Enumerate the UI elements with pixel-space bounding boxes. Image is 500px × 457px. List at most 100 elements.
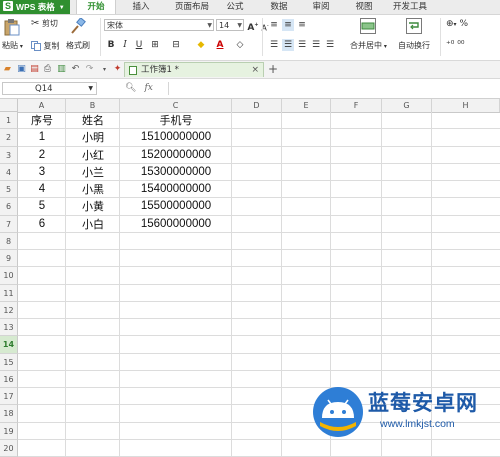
tab-review[interactable]: 审阅 <box>304 0 338 14</box>
table-cell[interactable]: 1 <box>18 129 66 146</box>
column-header-f[interactable]: F <box>331 99 382 112</box>
tab-view[interactable]: 视图 <box>347 0 381 14</box>
table-cell[interactable]: 15100000000 <box>120 129 232 146</box>
formula-input[interactable] <box>168 82 499 95</box>
app-logo-menu[interactable]: S WPS 表格 ▼ <box>0 0 70 14</box>
chevron-down-icon[interactable]: ▾ <box>99 64 110 75</box>
row-header-17[interactable]: 17 <box>0 388 18 406</box>
row-header-1[interactable]: 1 <box>0 112 18 130</box>
align-left-button[interactable]: ☰ <box>268 39 280 51</box>
row-header-15[interactable]: 15 <box>0 353 18 371</box>
column-header-h[interactable]: H <box>432 99 500 112</box>
row-header-16[interactable]: 16 <box>0 370 18 388</box>
align-center-button[interactable]: ☰ <box>282 39 294 51</box>
align-right-button[interactable]: ☰ <box>296 39 308 51</box>
tab-data[interactable]: 数据 <box>262 0 296 14</box>
row-header-7[interactable]: 7 <box>0 215 18 233</box>
table-cell[interactable]: 15600000000 <box>120 216 232 233</box>
align-middle-button[interactable]: ≡ <box>282 19 294 31</box>
table-cell[interactable]: 15200000000 <box>120 147 232 164</box>
merge-center-button[interactable]: 合并居中 ▾ <box>350 41 387 52</box>
row-header-20[interactable]: 20 <box>0 439 18 457</box>
format-painter-button[interactable] <box>70 18 86 34</box>
format-painter-label[interactable]: 格式刷 <box>66 41 90 51</box>
bold-button[interactable]: B <box>105 39 117 51</box>
number-format-button[interactable]: ⊕▾ % <box>446 19 468 30</box>
table-cell[interactable]: 小明 <box>66 129 120 146</box>
close-tab-button[interactable]: × <box>251 63 259 77</box>
table-cell[interactable]: 4 <box>18 181 66 198</box>
merge-center-icon-button[interactable] <box>360 18 376 34</box>
tab-formulas[interactable]: 公式 <box>218 0 252 14</box>
row-header-10[interactable]: 10 <box>0 267 18 285</box>
row-header-18[interactable]: 18 <box>0 405 18 423</box>
paste-button[interactable] <box>4 18 24 36</box>
row-header-12[interactable]: 12 <box>0 301 18 319</box>
decimal-button[interactable]: ⁺⁰ ⁰⁰ <box>446 40 464 50</box>
header-cell-b[interactable]: 姓名 <box>66 112 120 129</box>
row-header-9[interactable]: 9 <box>0 250 18 268</box>
table-cell[interactable]: 小兰 <box>66 164 120 181</box>
table-cell[interactable]: 15500000000 <box>120 198 232 215</box>
table-cell[interactable]: 15300000000 <box>120 164 232 181</box>
tab-page-layout[interactable]: 页面布局 <box>166 0 218 14</box>
row-header-8[interactable]: 8 <box>0 232 18 250</box>
header-cell-c[interactable]: 手机号 <box>120 112 232 129</box>
row-header-4[interactable]: 4 <box>0 163 18 181</box>
justify-button[interactable]: ☰ <box>310 39 322 51</box>
row-header-6[interactable]: 6 <box>0 198 18 216</box>
print-icon[interactable]: ⎙ <box>42 64 53 75</box>
cut-button[interactable]: ✂ 剪切 <box>31 19 58 29</box>
save-icon[interactable]: ▣ <box>16 64 27 75</box>
table-cell[interactable]: 小白 <box>66 216 120 233</box>
column-header-b[interactable]: B <box>66 99 120 112</box>
paste-label[interactable]: 粘贴 ▾ <box>2 41 23 52</box>
pin-icon[interactable]: ✦ <box>112 64 123 75</box>
document-tab[interactable]: 工作簿1 * × <box>124 62 264 77</box>
open-folder-icon[interactable]: ▰ <box>2 64 13 75</box>
table-cell[interactable]: 15400000000 <box>120 181 232 198</box>
font-size-select[interactable]: 14 ▼ <box>216 19 244 31</box>
select-all-corner[interactable] <box>0 99 18 112</box>
grow-font-button[interactable]: A+ <box>247 19 259 33</box>
redo-icon[interactable]: ↷ <box>84 64 95 75</box>
export-pdf-icon[interactable]: ▤ <box>29 64 40 75</box>
border-button[interactable]: ⊞ <box>149 39 161 51</box>
name-box[interactable]: Q14 ▼ <box>2 82 97 95</box>
distributed-button[interactable]: ☰ <box>324 39 336 51</box>
tab-insert[interactable]: 插入 <box>124 0 158 14</box>
column-header-a[interactable]: A <box>18 99 66 112</box>
column-header-d[interactable]: D <box>232 99 282 112</box>
font-color-button[interactable]: A <box>214 39 226 51</box>
header-cell-a[interactable]: 序号 <box>18 112 66 129</box>
table-cell[interactable]: 5 <box>18 198 66 215</box>
row-header-11[interactable]: 11 <box>0 284 18 302</box>
row-header-2[interactable]: 2 <box>0 129 18 147</box>
table-cell[interactable]: 小黑 <box>66 181 120 198</box>
align-bottom-button[interactable]: ≡ <box>296 19 308 31</box>
italic-button[interactable]: I <box>119 39 131 51</box>
row-header-3[interactable]: 3 <box>0 146 18 164</box>
merge-border-dropdown[interactable]: ⊟ <box>170 39 182 51</box>
print-preview-icon[interactable]: ▥ <box>56 64 67 75</box>
column-header-c[interactable]: C <box>120 99 232 112</box>
align-top-button[interactable]: ≡ <box>268 19 280 31</box>
table-cell[interactable]: 3 <box>18 164 66 181</box>
fx-button[interactable]: fx <box>144 83 152 93</box>
row-header-19[interactable]: 19 <box>0 422 18 440</box>
wrap-text-icon-button[interactable] <box>406 18 422 34</box>
add-tab-button[interactable]: + <box>268 61 278 77</box>
table-cell[interactable]: 2 <box>18 147 66 164</box>
font-name-select[interactable]: 宋体 ▼ <box>104 19 214 31</box>
wrap-text-button[interactable]: 自动换行 <box>398 41 430 51</box>
clear-format-button[interactable]: ◇ <box>234 39 246 51</box>
table-cell[interactable]: 6 <box>18 216 66 233</box>
underline-button[interactable]: U <box>133 39 145 51</box>
column-header-g[interactable]: G <box>382 99 432 112</box>
undo-icon[interactable]: ↶ <box>70 64 81 75</box>
row-header-14[interactable]: 14 <box>0 336 18 354</box>
fill-color-button[interactable]: ◆ <box>195 39 207 51</box>
copy-button[interactable]: 复制 <box>31 41 60 52</box>
table-cell[interactable]: 小红 <box>66 147 120 164</box>
zoom-icon[interactable]: 🔍︎ <box>125 83 136 93</box>
